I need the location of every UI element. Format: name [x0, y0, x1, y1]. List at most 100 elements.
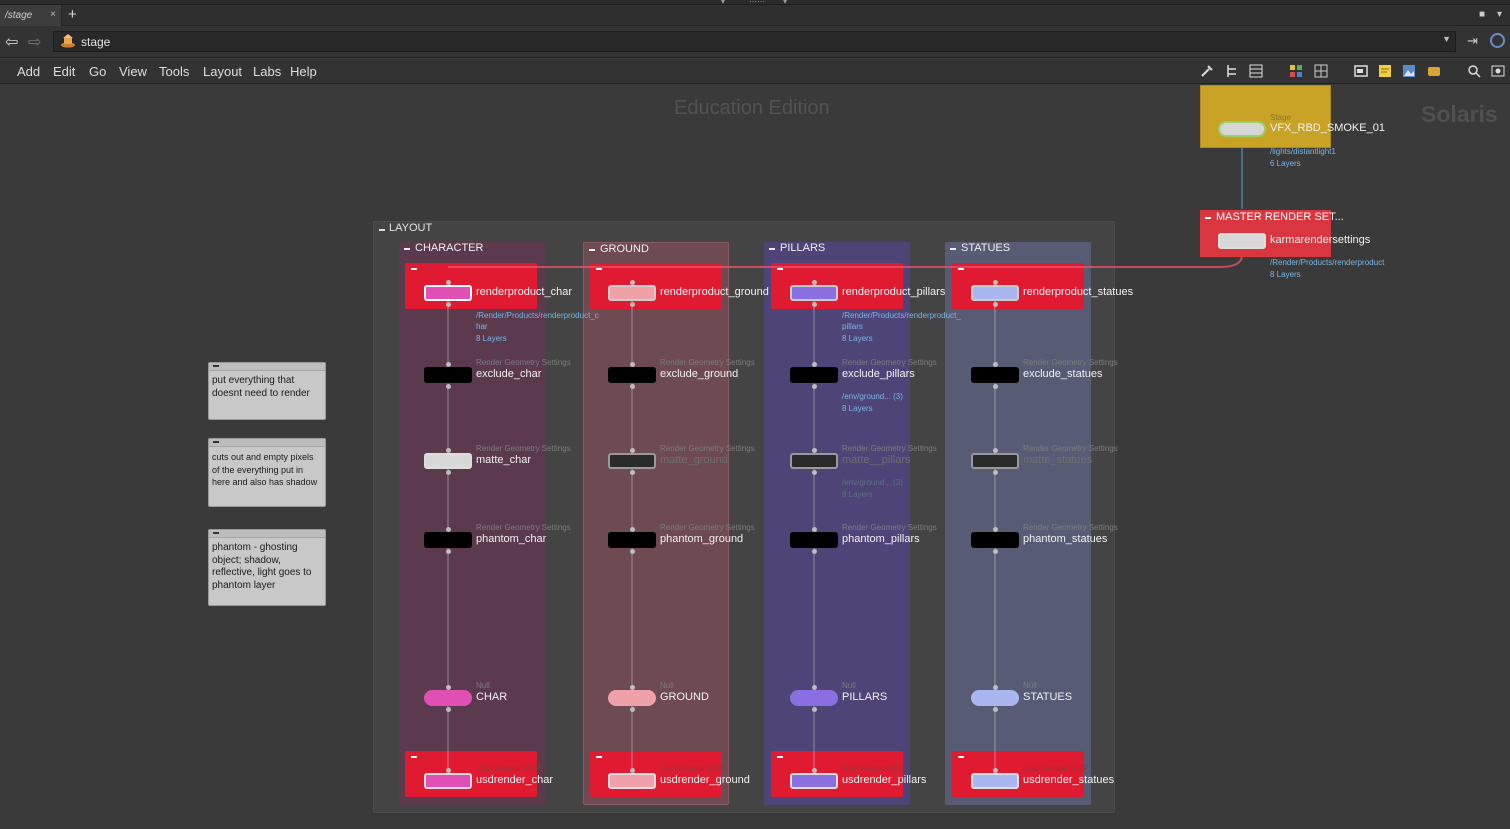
node-type-label: Render Geometry Settings	[476, 523, 571, 532]
usd-render-node-icon[interactable]	[790, 773, 838, 789]
usd-render-node-name: usdrender_char	[476, 774, 554, 786]
phantom-node-icon[interactable]	[424, 532, 472, 548]
null-node-icon[interactable]	[971, 690, 1019, 706]
karma-settings-node-icon[interactable]	[1218, 233, 1266, 249]
dot-icon[interactable]	[1427, 64, 1441, 78]
sticky-note[interactable]: phantom - ghosting object; shadow, refle…	[208, 529, 326, 606]
output-port[interactable]	[812, 302, 817, 307]
output-port[interactable]	[446, 707, 451, 712]
output-port[interactable]	[993, 470, 998, 475]
render-product-node-icon[interactable]	[790, 285, 838, 301]
usd-render-node-icon[interactable]	[608, 773, 656, 789]
sticky-header	[209, 363, 325, 371]
add-tab-button[interactable]: +	[68, 6, 77, 23]
output-port[interactable]	[630, 302, 635, 307]
matte-node-icon[interactable]	[424, 453, 472, 469]
color-palette-icon[interactable]	[1289, 64, 1303, 78]
output-port[interactable]	[446, 384, 451, 389]
maximize-pane-icon[interactable]: ■	[1479, 9, 1485, 20]
exclude-node-icon[interactable]	[971, 367, 1019, 383]
matte-node-icon[interactable]	[971, 453, 1019, 469]
master-box-title: MASTER RENDER SET...	[1216, 211, 1344, 223]
sticky-note-icon[interactable]	[1378, 64, 1392, 78]
output-port[interactable]	[812, 384, 817, 389]
output-port[interactable]	[812, 707, 817, 712]
sticky-header	[209, 530, 325, 538]
stage-node-path: /lights/distantlight1	[1270, 147, 1336, 156]
help-icon[interactable]	[1490, 33, 1505, 48]
forward-arrow-icon[interactable]: ⇨	[28, 32, 41, 52]
output-port[interactable]	[446, 302, 451, 307]
render-product-node-icon[interactable]	[608, 285, 656, 301]
network-path-field[interactable]: stage ▼	[53, 31, 1456, 52]
usd-render-node-name: usdrender_statues	[1023, 774, 1115, 786]
sticky-note-text: phantom - ghosting object; shadow, refle…	[212, 542, 312, 591]
output-port[interactable]	[630, 470, 635, 475]
stage-node-box[interactable]	[1200, 85, 1331, 148]
output-port[interactable]	[993, 707, 998, 712]
display-options-icon[interactable]	[1491, 64, 1505, 78]
back-arrow-icon[interactable]: ⇦	[5, 32, 18, 52]
pane-menu-arrow-icon[interactable]: ▾	[1497, 9, 1502, 20]
search-icon[interactable]	[1467, 64, 1481, 78]
list-view-icon[interactable]	[1249, 64, 1263, 78]
wrench-icon[interactable]	[1200, 64, 1214, 78]
output-port[interactable]	[812, 470, 817, 475]
exclude-node-layers: 8 Layers	[842, 404, 873, 413]
exclude-node-path: /env/ground... (3)	[842, 392, 903, 401]
tab-stage[interactable]: /stage ×	[0, 5, 62, 26]
sticky-note[interactable]: put everything that doesnt need to rende…	[208, 362, 326, 420]
menu-tools[interactable]: Tools	[159, 64, 189, 79]
null-node-name: GROUND	[660, 691, 709, 703]
output-port[interactable]	[993, 302, 998, 307]
null-node-icon[interactable]	[424, 690, 472, 706]
output-port[interactable]	[630, 384, 635, 389]
exclude-node-icon[interactable]	[608, 367, 656, 383]
menu-help[interactable]: Help	[290, 64, 317, 79]
output-port[interactable]	[446, 470, 451, 475]
stage-node-icon[interactable]	[1218, 121, 1266, 137]
phantom-node-icon[interactable]	[971, 532, 1019, 548]
usd-render-node-icon[interactable]	[424, 773, 472, 789]
matte-node-icon[interactable]	[608, 453, 656, 469]
menu-labs[interactable]: Labs	[253, 64, 281, 79]
karma-settings-node-name: karmarendersettings	[1270, 234, 1371, 246]
grid-icon[interactable]	[1314, 64, 1328, 78]
null-node-icon[interactable]	[790, 690, 838, 706]
node-type-label: Render Geometry Settings	[660, 358, 755, 367]
output-port[interactable]	[993, 384, 998, 389]
network-box-icon[interactable]	[1354, 64, 1368, 78]
exclude-node-icon[interactable]	[424, 367, 472, 383]
phantom-node-name: phantom_char	[476, 533, 547, 545]
menu-view[interactable]: View	[119, 64, 147, 79]
output-port[interactable]	[630, 549, 635, 554]
null-node-name: PILLARS	[842, 691, 888, 703]
output-port[interactable]	[993, 549, 998, 554]
phantom-node-icon[interactable]	[790, 532, 838, 548]
node-type-label: Render Geometry Settings	[660, 444, 755, 453]
menu-add[interactable]: Add	[17, 64, 40, 79]
phantom-node-icon[interactable]	[608, 532, 656, 548]
usd-render-node-icon[interactable]	[971, 773, 1019, 789]
output-port[interactable]	[812, 549, 817, 554]
output-port[interactable]	[630, 707, 635, 712]
tree-view-icon[interactable]	[1225, 64, 1239, 78]
collapse-box-icon[interactable]	[1205, 217, 1211, 219]
pin-icon[interactable]: ⇥	[1467, 33, 1478, 49]
phantom-node-name: phantom_ground	[660, 533, 744, 545]
menu-layout[interactable]: Layout	[203, 64, 242, 79]
image-background-icon[interactable]	[1402, 64, 1416, 78]
menu-go[interactable]: Go	[89, 64, 106, 79]
sticky-note[interactable]: cuts out and empty pixels of the everyth…	[208, 438, 326, 507]
path-dropdown-icon[interactable]: ▼	[1442, 34, 1451, 44]
network-editor[interactable]: Education Edition Solaris LAYOUT CHARACT…	[0, 85, 1510, 829]
node-type-label: Stage	[1270, 113, 1291, 122]
exclude-node-icon[interactable]	[790, 367, 838, 383]
render-product-node-icon[interactable]	[424, 285, 472, 301]
null-node-icon[interactable]	[608, 690, 656, 706]
menu-edit[interactable]: Edit	[53, 64, 75, 79]
matte-node-icon[interactable]	[790, 453, 838, 469]
output-port[interactable]	[446, 549, 451, 554]
render-product-node-icon[interactable]	[971, 285, 1019, 301]
close-icon[interactable]: ×	[50, 9, 56, 20]
